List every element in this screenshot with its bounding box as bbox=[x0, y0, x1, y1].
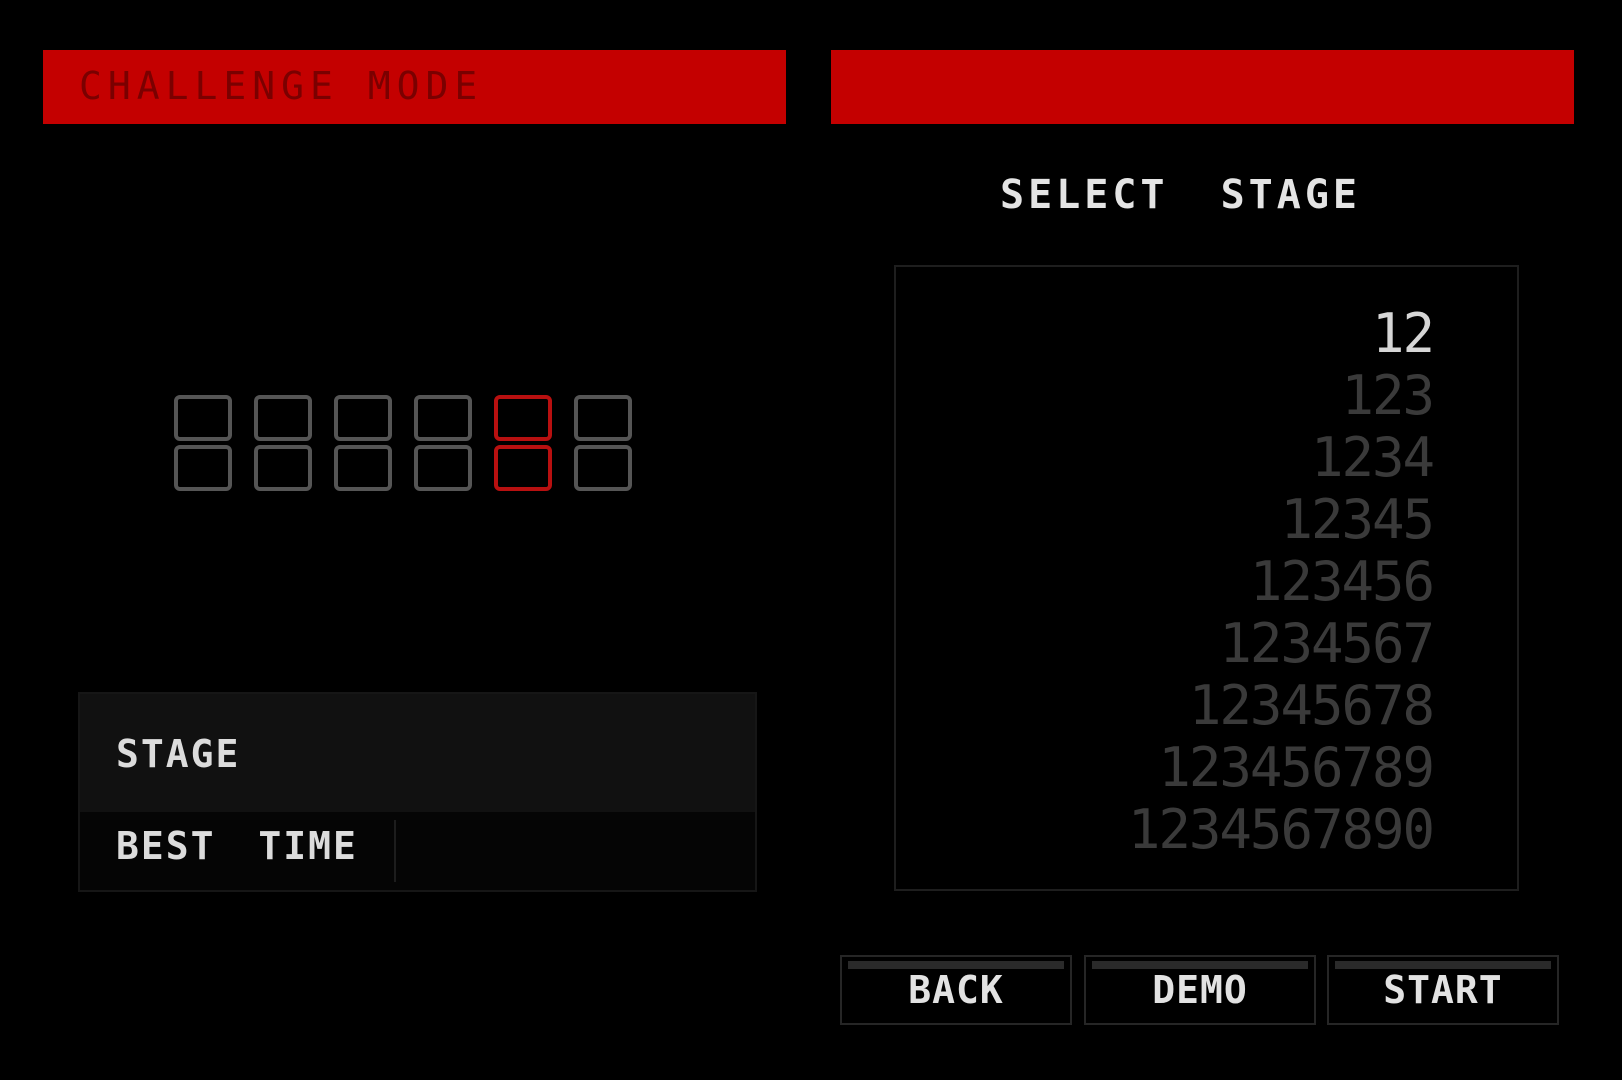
mode-title: CHALLENGE MODE bbox=[79, 64, 484, 108]
digit-segment bbox=[494, 445, 552, 491]
stage-list[interactable]: 12 123 1234 12345 123456 1234567 12345678 12345… bbox=[894, 265, 1519, 891]
digit-segment bbox=[254, 445, 312, 491]
digit-segment bbox=[414, 395, 472, 441]
mode-header-bar: CHALLENGE MODE bbox=[43, 50, 786, 124]
stage-list-item[interactable]: 12 bbox=[1372, 307, 1435, 361]
stage-list-item[interactable]: 12345678 bbox=[1189, 679, 1435, 733]
digit-segment bbox=[574, 445, 632, 491]
digit-segment bbox=[334, 445, 392, 491]
stage-list-item[interactable]: 1234567890 bbox=[1128, 803, 1435, 857]
stage-header-bar bbox=[831, 50, 1574, 124]
best-time-label: BEST TIME bbox=[116, 824, 358, 868]
stage-list-item[interactable]: 123456 bbox=[1250, 555, 1435, 609]
stage-info-panel: STAGE BEST TIME bbox=[78, 692, 757, 892]
digit-segment bbox=[174, 445, 232, 491]
stage-list-item[interactable]: 123 bbox=[1341, 369, 1435, 423]
stage-list-item[interactable]: 12345 bbox=[1280, 493, 1435, 547]
digit-segment bbox=[334, 395, 392, 441]
stage-list-item[interactable]: 123456789 bbox=[1158, 741, 1435, 795]
counter-digit bbox=[490, 395, 556, 499]
start-button[interactable]: START bbox=[1327, 955, 1559, 1025]
digit-segment bbox=[254, 395, 312, 441]
digit-segment bbox=[414, 445, 472, 491]
stage-label: STAGE bbox=[116, 732, 241, 776]
counter-digit bbox=[410, 395, 476, 499]
counter-digit bbox=[330, 395, 396, 499]
row-divider bbox=[394, 820, 396, 882]
select-stage-title: SELECT STAGE bbox=[1000, 172, 1361, 218]
stage-list-item[interactable]: 1234 bbox=[1311, 431, 1435, 485]
best-time-row: BEST TIME bbox=[80, 812, 755, 890]
counter-digit bbox=[170, 395, 236, 499]
digit-segment bbox=[494, 395, 552, 441]
demo-button[interactable]: DEMO bbox=[1084, 955, 1316, 1025]
digit-segment bbox=[174, 395, 232, 441]
stage-list-item[interactable]: 1234567 bbox=[1219, 617, 1435, 671]
digit-segment bbox=[574, 395, 632, 441]
counter-digit bbox=[570, 395, 636, 499]
counter-digit bbox=[250, 395, 316, 499]
stage-row: STAGE bbox=[80, 694, 755, 812]
back-button[interactable]: BACK bbox=[840, 955, 1072, 1025]
segment-counter bbox=[170, 395, 636, 515]
